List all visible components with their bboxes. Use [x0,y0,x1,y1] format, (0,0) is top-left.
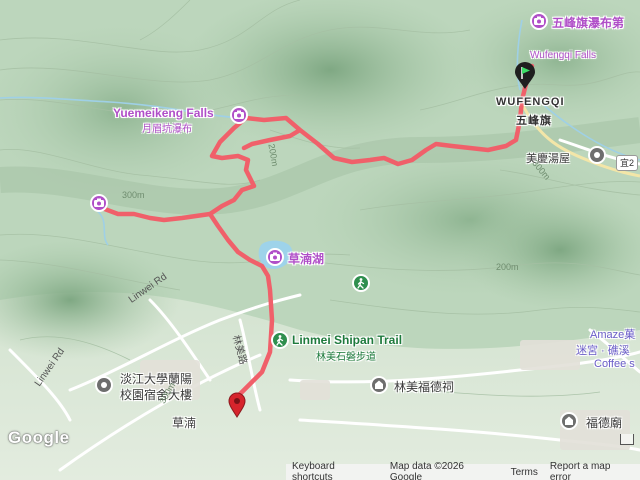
yuemeikeng-falls-zh-label: 月眉坑瀑布 [142,124,192,135]
elevation-label: 300m [122,190,145,200]
wufengqi-town-en-label: WUFENGQI [496,96,565,108]
mosque-dome-icon[interactable] [560,412,578,430]
wufengqi-falls-label[interactable]: 五峰旗瀑布第 [552,14,624,31]
amaze-label-3: Coffee s [594,358,635,370]
scale-bar[interactable] [620,434,634,445]
google-logo[interactable]: Google [8,428,70,448]
tamkang-dorm-label-1[interactable]: 淡江大學蘭陽 [120,370,192,387]
person-hiking-icon[interactable] [271,331,289,349]
camera-icon[interactable] [230,106,248,124]
wufengqi-falls-en-label: Wufengqi Falls [530,50,596,61]
start-flag-icon[interactable] [513,62,537,95]
end-marker-icon[interactable] [228,392,246,423]
camera-icon[interactable] [266,248,284,266]
terrain-layer [0,0,640,480]
amaze-label-2: 迷宮 · 礁溪 [576,345,630,357]
attribution-bar: Keyboard shortcuts Map data ©2026 Google… [286,461,640,480]
terms-link[interactable]: Terms [505,467,544,478]
amaze-label-1[interactable]: Amaze菓 [590,326,635,342]
keyboard-shortcuts-link[interactable]: Keyboard shortcuts [286,461,384,480]
mosque-dome-icon[interactable] [370,376,388,394]
report-error-link[interactable]: Report a map error [544,461,640,480]
camera-icon[interactable] [530,12,548,30]
route-shield-badge: 宜2 [616,155,638,171]
linmei-trail-zh-label: 林美石磐步道 [316,352,376,363]
yuemeikeng-falls-en-label[interactable]: Yuemeikeng Falls [113,106,214,120]
camera-icon[interactable] [90,194,108,212]
wufengqi-town-zh-label: 五峰旗 [516,115,552,127]
elevation-label: 200m [496,262,519,272]
caonan-label: 草湳 [172,416,197,430]
place-pin-icon[interactable] [588,146,606,164]
linmei-trail-en-label[interactable]: Linmei Shipan Trail [292,333,402,347]
caodi-lake-label[interactable]: 草湳湖 [288,250,324,267]
person-hiking-icon[interactable] [352,274,370,292]
linmei-temple-label[interactable]: 林美福德祠 [394,378,454,395]
fude-temple-label[interactable]: 福德廟 [586,414,622,431]
map-canvas[interactable]: 五峰旗瀑布第 Wufengqi Falls WUFENGQI 五峰旗 Yueme… [0,0,640,480]
tamkang-dorm-label-2: 校園宿舍大樓 [120,388,193,402]
map-data-text: Map data ©2026 Google [389,461,464,480]
place-pin-icon[interactable] [95,376,113,394]
